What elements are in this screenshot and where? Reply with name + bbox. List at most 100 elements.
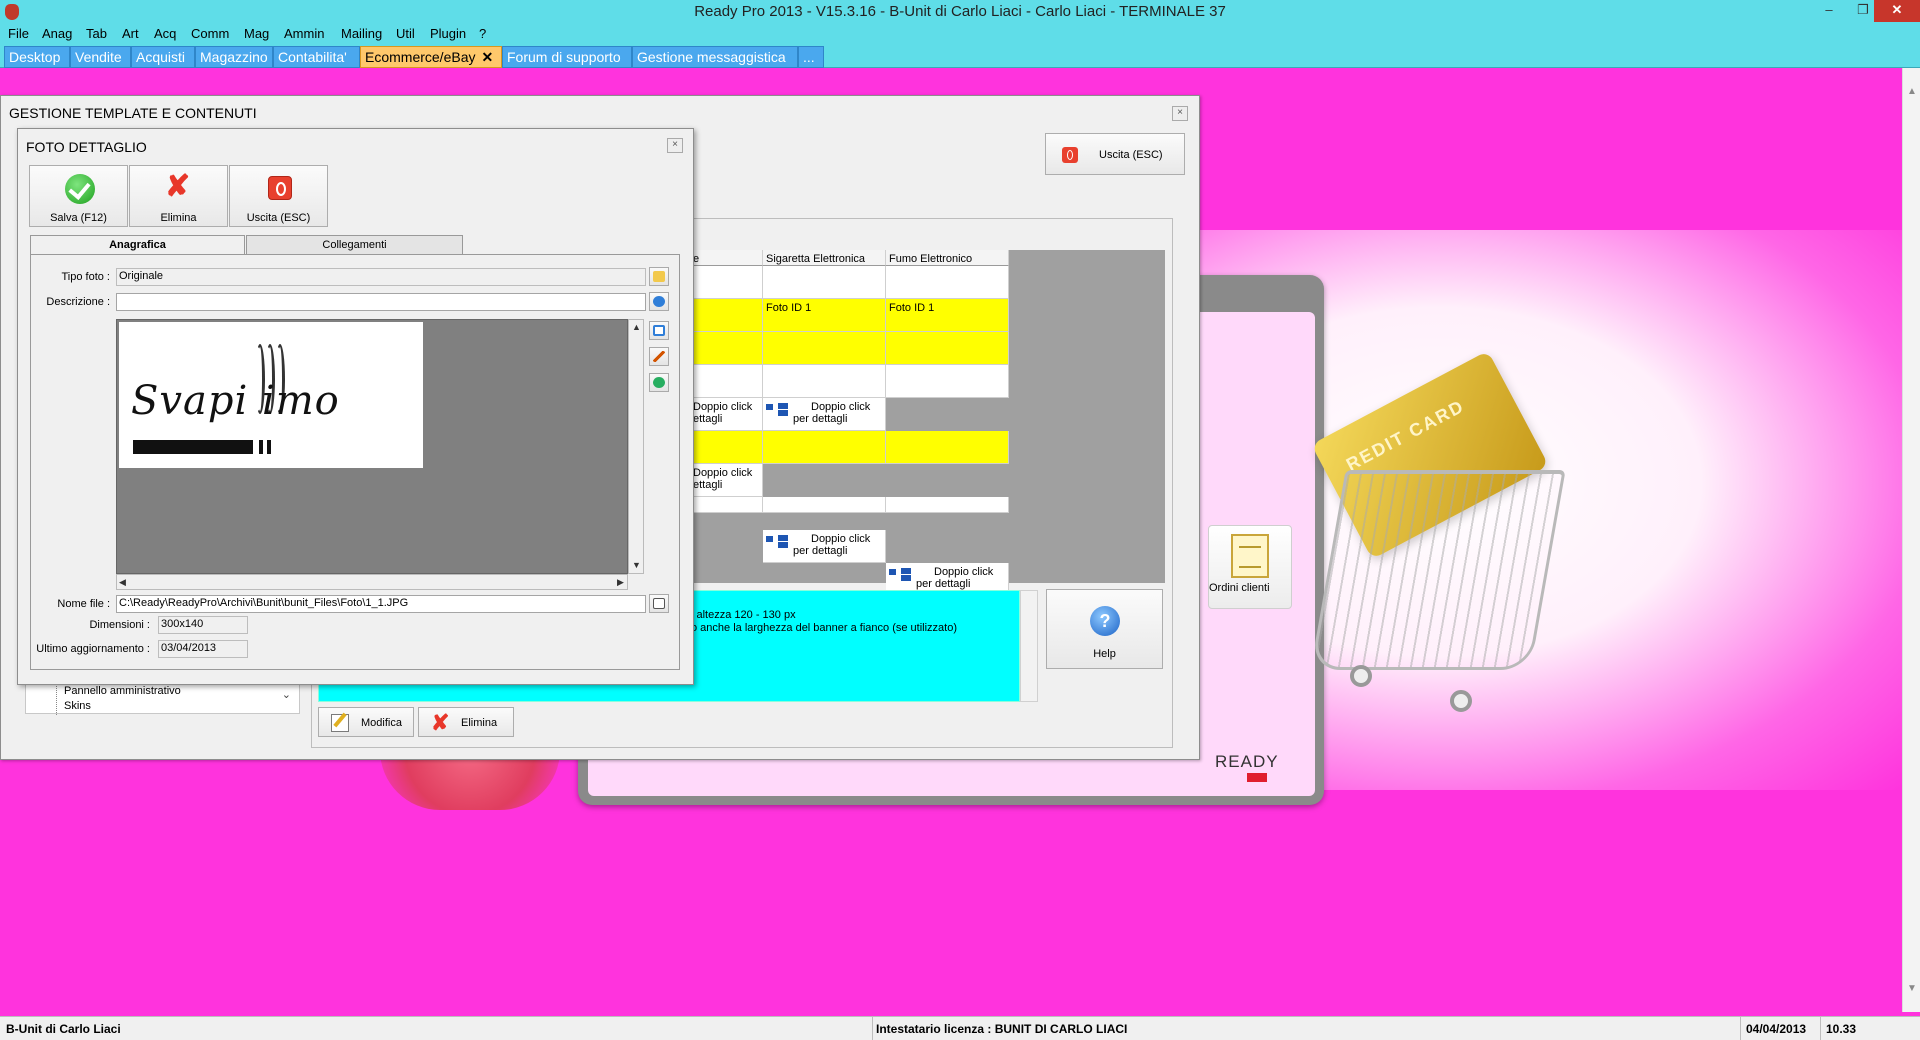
tree-item-pannello[interactable]: Pannello amministrativo (64, 685, 181, 697)
grid-cell[interactable] (763, 497, 886, 513)
details-line2: per dettagli (793, 413, 848, 425)
scroll-down-icon[interactable]: ▼ (1907, 983, 1917, 994)
tab-desktop[interactable]: Desktop (4, 46, 70, 68)
grid-cell[interactable] (690, 299, 763, 332)
modifica-label: Modifica (361, 717, 402, 729)
status-time: 10.33 (1826, 1022, 1857, 1036)
tab-close-icon[interactable]: ✕ (481, 49, 493, 65)
power-icon (1062, 147, 1078, 163)
ready-logo: READY (1215, 752, 1279, 782)
scroll-up-icon[interactable]: ▲ (1907, 86, 1917, 97)
close-button[interactable]: ✕ (1874, 0, 1920, 22)
tab-collegamenti[interactable]: Collegamenti (246, 235, 463, 255)
grid-cell-details[interactable]: Doppio click ettagli (690, 464, 763, 497)
delete-button[interactable]: ✘ Elimina (129, 165, 228, 227)
exit-button[interactable]: Uscita (ESC) (229, 165, 328, 227)
details-line1: Doppio click (934, 566, 994, 578)
tab-forum[interactable]: Forum di supporto (502, 46, 632, 68)
tipo-foto-field[interactable]: Originale (116, 268, 646, 286)
grid-cell[interactable] (690, 365, 763, 398)
grid-cell[interactable] (690, 266, 763, 299)
nome-file-label: Nome file : (57, 598, 110, 610)
minimize-button[interactable]: – (1812, 0, 1846, 22)
tab-acquisti[interactable]: Acquisti (131, 46, 195, 68)
chevron-down-icon[interactable]: ⌄ (282, 688, 291, 701)
descrizione-field[interactable] (116, 293, 646, 311)
logo-bar-end (259, 440, 263, 454)
grid-cell-details[interactable]: Doppio click ettagli (690, 398, 763, 431)
tab-anagrafica[interactable]: Anagrafica (30, 235, 245, 256)
grid-cell[interactable] (886, 431, 1009, 464)
scroll-down-icon[interactable]: ▼ (632, 560, 641, 570)
tab-ecommerce[interactable]: Ecommerce/eBay ✕ (360, 46, 502, 68)
info-line-1: i altezza 120 - 130 px (691, 609, 796, 621)
browse-file-button[interactable] (649, 594, 669, 613)
desktop-scrollbar[interactable]: ▲ ▼ (1902, 68, 1920, 1012)
grid-cell[interactable] (763, 332, 886, 365)
folder-icon (653, 271, 665, 282)
cart-wheel-icon (1450, 690, 1472, 712)
window-title: Ready Pro 2013 - V15.3.16 - B-Unit di Ca… (694, 3, 1226, 20)
grid-cell[interactable] (690, 431, 763, 464)
scroll-right-icon[interactable]: ▶ (617, 577, 624, 588)
menu-util[interactable]: Util (396, 26, 415, 41)
foto-dialog-close-icon[interactable]: × (667, 138, 683, 153)
dialog-close-icon[interactable]: × (1172, 106, 1188, 121)
menu-comm[interactable]: Comm (191, 26, 229, 41)
edit-image-button[interactable] (649, 347, 669, 366)
save-button[interactable]: Salva (F12) (29, 165, 128, 227)
tab-contabilita[interactable]: Contabilita' (273, 46, 360, 68)
elimina-button[interactable]: ✘ Elimina (418, 707, 514, 737)
fit-image-button[interactable] (649, 321, 669, 340)
refresh-image-button[interactable] (649, 373, 669, 392)
grid-cell-foto-id[interactable]: Foto ID 1 (886, 299, 1009, 332)
menu-mailing[interactable]: Mailing (341, 26, 382, 41)
tab-vendite[interactable]: Vendite (70, 46, 131, 68)
grid-cell-foto-id[interactable]: Foto ID 1 (763, 299, 886, 332)
tab-magazzino[interactable]: Magazzino (195, 46, 273, 68)
menu-acq[interactable]: Acq (154, 26, 176, 41)
ordini-clienti-shortcut[interactable]: Ordini clienti (1208, 525, 1292, 609)
menu-plugin[interactable]: Plugin (430, 26, 466, 41)
modifica-button[interactable]: Modifica (318, 707, 414, 737)
folder-button[interactable] (649, 267, 669, 286)
image-preview[interactable]: Svapi imo (116, 319, 628, 574)
content-grid[interactable]: e Sigaretta Elettronica Fumo Elettronico… (690, 250, 1165, 596)
grid-cell[interactable] (763, 431, 886, 464)
menu-anag[interactable]: Anag (42, 26, 72, 41)
tab-more[interactable]: ... (798, 46, 824, 68)
tree-item-skins[interactable]: Skins (64, 700, 91, 712)
menu-help[interactable]: ? (479, 26, 486, 41)
image-horizontal-scrollbar[interactable]: ◀ ▶ (116, 574, 628, 590)
grid-cell-details[interactable]: Doppio clickper dettagli (763, 530, 886, 563)
grid-cell[interactable] (886, 365, 1009, 398)
grid-cell[interactable] (886, 497, 1009, 513)
scroll-up-icon[interactable]: ▲ (632, 322, 641, 332)
grid-cell[interactable] (690, 497, 763, 513)
help-icon: ? (1090, 606, 1120, 636)
ultimo-aggiornamento-label: Ultimo aggiornamento : (36, 643, 150, 655)
scroll-left-icon[interactable]: ◀ (119, 577, 126, 588)
menu-art[interactable]: Art (122, 26, 139, 41)
menu-ammin[interactable]: Ammin (284, 26, 324, 41)
menu-file[interactable]: File (8, 26, 29, 41)
grid-cell[interactable] (886, 266, 1009, 299)
grid-cell[interactable] (763, 365, 886, 398)
exit-label: Uscita (ESC) (246, 212, 311, 224)
grid-cell-details[interactable]: Doppio clickper dettagli (763, 398, 886, 431)
dimensioni-label: Dimensioni : (89, 619, 150, 631)
help-button[interactable]: ? Help (1046, 589, 1163, 669)
status-bar: B-Unit di Carlo Liaci Intestatario licen… (0, 1016, 1920, 1040)
status-divider (872, 1017, 873, 1040)
menu-mag[interactable]: Mag (244, 26, 269, 41)
image-vertical-scrollbar[interactable]: ▲ ▼ (628, 319, 644, 574)
info-scrollbar[interactable] (1020, 590, 1038, 702)
tab-messaggistica[interactable]: Gestione messaggistica (632, 46, 798, 68)
grid-cell[interactable] (690, 332, 763, 365)
grid-cell[interactable] (886, 332, 1009, 365)
translate-button[interactable] (649, 292, 669, 311)
menu-tab[interactable]: Tab (86, 26, 107, 41)
exit-button[interactable]: Uscita (ESC) (1045, 133, 1185, 175)
nome-file-field[interactable]: C:\Ready\ReadyPro\Archivi\Bunit\bunit_Fi… (116, 595, 646, 613)
grid-cell[interactable] (763, 266, 886, 299)
